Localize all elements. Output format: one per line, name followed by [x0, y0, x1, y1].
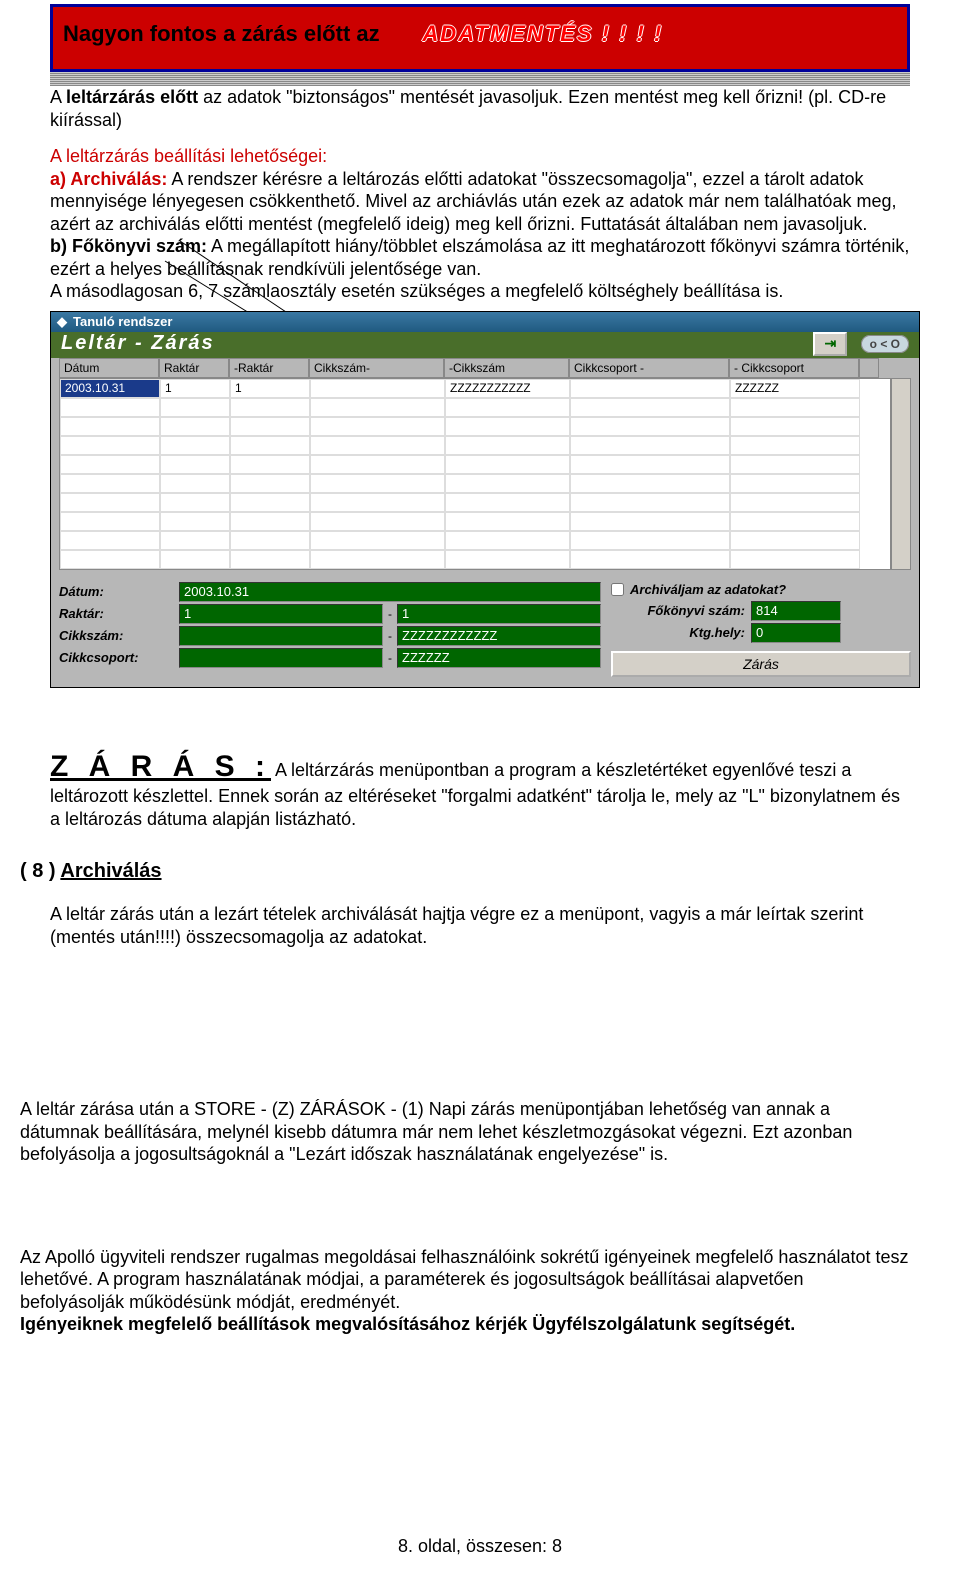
window-subtitle: Leltár - Zárás: [61, 332, 215, 355]
cikkszam-from-input[interactable]: [179, 626, 383, 646]
csoport-to-input[interactable]: [397, 648, 601, 668]
table-cell[interactable]: [310, 379, 445, 398]
datum-input[interactable]: [179, 582, 601, 602]
banner-emph: ADATMENTÉS ! ! ! !: [422, 21, 663, 46]
intro-a: a) Archiválás: A rendszer kérésre a lelt…: [50, 168, 910, 236]
grid-body[interactable]: 2003.10.31 1 1 ZZZZZZZZZZZ ZZZZZZ: [59, 378, 891, 570]
banner-prefix: Nagyon fontos a zárás előtt az: [63, 21, 380, 46]
table-cell[interactable]: ZZZZZZ: [730, 379, 860, 398]
window-title: Tanuló rendszer: [73, 314, 172, 329]
intro-b: b) Főkönyvi szám: A megállapított hiány/…: [50, 235, 910, 280]
apollo-p1: Az Apolló ügyviteli rendszer rugalmas me…: [20, 1246, 910, 1314]
alert-banner: Nagyon fontos a zárás előtt az ADATMENTÉ…: [50, 4, 910, 72]
zaras-heading: Z Á R Á S :: [50, 750, 271, 783]
raktar-to-input[interactable]: [397, 604, 601, 624]
table-cell[interactable]: ZZZZZZZZZZZ: [445, 379, 570, 398]
table-cell[interactable]: [570, 379, 730, 398]
vertical-scrollbar[interactable]: [891, 378, 911, 570]
close-pill[interactable]: o < O: [861, 335, 909, 353]
fokonyvi-input[interactable]: [751, 601, 841, 621]
ktghely-input[interactable]: [751, 623, 841, 643]
section-8-heading: ( 8 ) Archiválás: [20, 860, 910, 883]
fokonyvi-label: Főkönyvi szám:: [611, 603, 751, 618]
table-cell[interactable]: 1: [230, 379, 310, 398]
archive-checkbox[interactable]: [611, 583, 624, 596]
datum-label: Dátum:: [59, 584, 179, 599]
table-cell[interactable]: 2003.10.31: [60, 379, 160, 398]
zaras-paragraph: Z Á R Á S : A leltárzárás menüpontban a …: [50, 748, 910, 831]
grid-header: Dátum Raktár -Raktár Cikkszám- -Cikkszám…: [59, 358, 911, 378]
intro-heading2: A leltárzárás beállítási lehetőségei:: [50, 145, 910, 168]
raktar-from-input[interactable]: [179, 604, 383, 624]
ktghely-label: Ktg.hely:: [611, 625, 751, 640]
apollo-p2: Igényeiknek megfelelő beállítások megval…: [20, 1313, 910, 1336]
csoport-label: Cikkcsoport:: [59, 650, 179, 665]
intro-b2: A másodlagosan 6, 7 számlaosztály esetén…: [50, 280, 910, 303]
cikkszam-to-input[interactable]: [397, 626, 601, 646]
section8-p1: A leltár zárás után a lezárt tételek arc…: [50, 903, 910, 948]
raktar-label: Raktár:: [59, 606, 179, 621]
app-screenshot: ◆ Tanuló rendszer Leltár - Zárás ⇥ o < O…: [50, 311, 910, 688]
hatched-divider: [50, 72, 910, 86]
intro-line1: A leltárzárás előtt az adatok "biztonság…: [50, 86, 910, 131]
table-cell[interactable]: 1: [160, 379, 230, 398]
toolbar-button[interactable]: ⇥: [813, 332, 847, 356]
titlebar: ◆ Tanuló rendszer: [51, 312, 919, 332]
app-icon: ◆: [57, 314, 67, 330]
store-paragraph: A leltár zárása után a STORE - (Z) ZÁRÁS…: [20, 1098, 910, 1166]
zaras-button[interactable]: Zárás: [611, 651, 911, 677]
page-footer: 8. oldal, összesen: 8: [50, 1536, 910, 1557]
csoport-from-input[interactable]: [179, 648, 383, 668]
cikkszam-label: Cikkszám:: [59, 628, 179, 643]
archive-label: Archiváljam az adatokat?: [630, 582, 786, 597]
